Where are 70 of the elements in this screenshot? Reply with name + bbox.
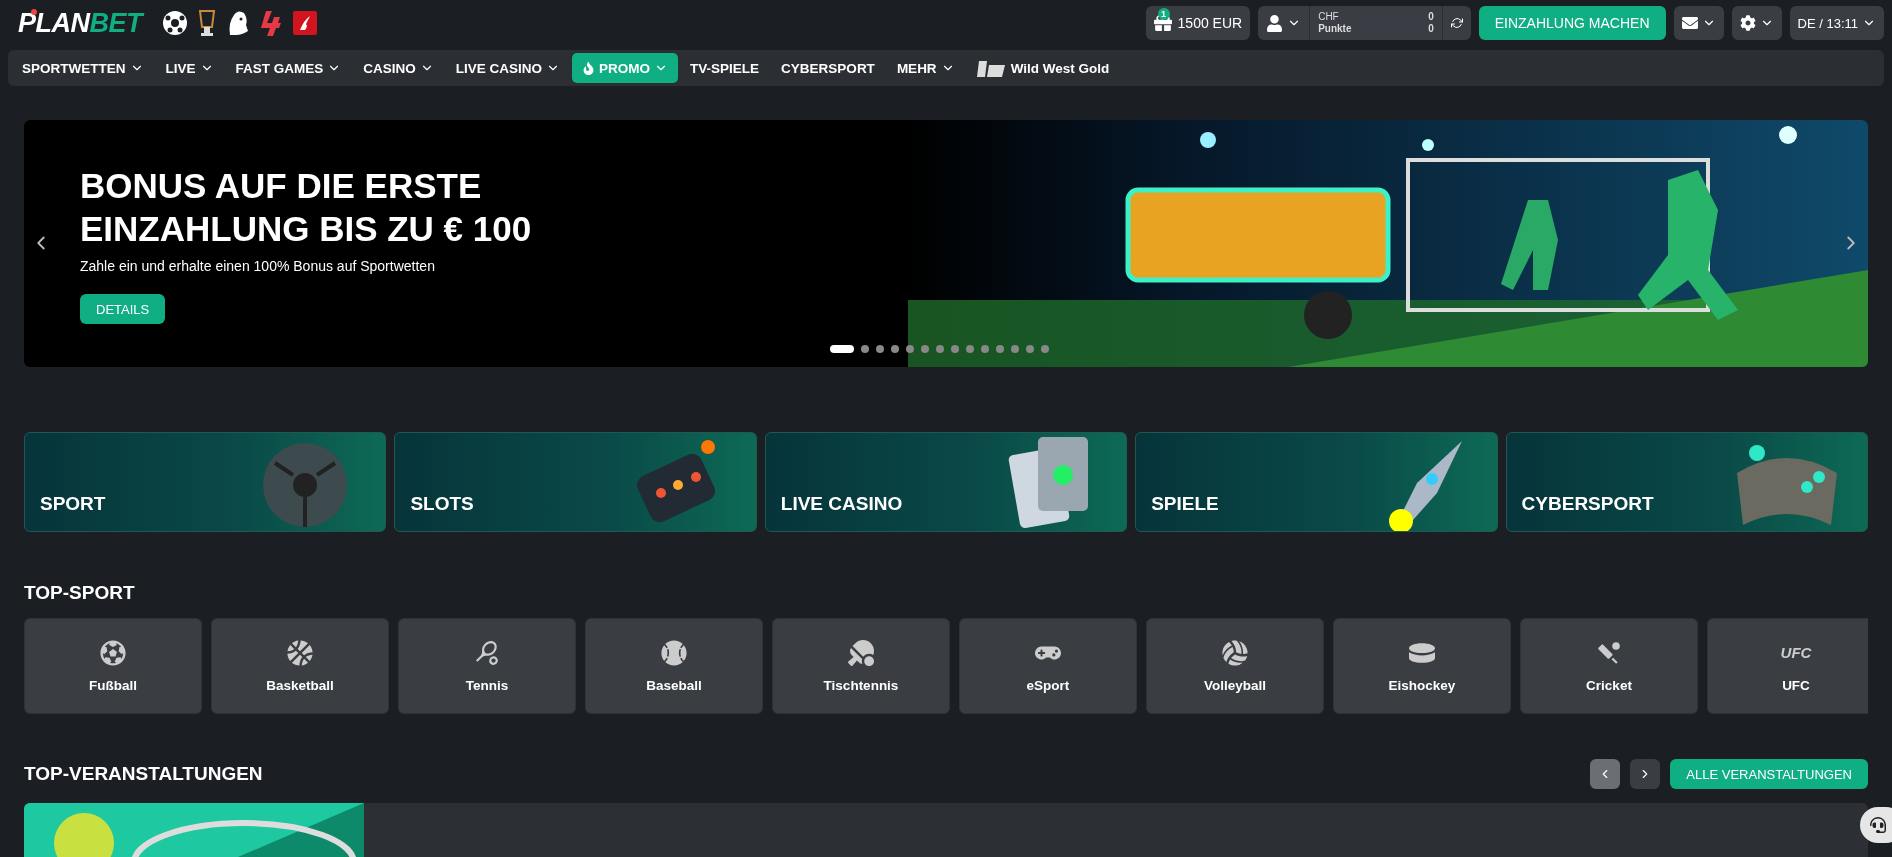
slide-dot[interactable] [951, 345, 959, 353]
table-tennis-icon [848, 639, 874, 666]
flag-icon [292, 10, 318, 36]
baseball-icon [661, 639, 687, 666]
sport-tile[interactable]: Basketball [211, 618, 389, 714]
slide-dot[interactable] [861, 345, 869, 353]
sport-tile[interactable]: Tennis [398, 618, 576, 714]
event-card[interactable] [24, 803, 1868, 857]
sport-tile[interactable]: Eishockey [1333, 618, 1511, 714]
sport-tile[interactable]: Baseball [585, 618, 763, 714]
category-card[interactable]: LIVE CASINO [764, 432, 1128, 532]
currency-label: CHF [1318, 11, 1340, 23]
slide-dot[interactable] [1011, 345, 1019, 353]
slide-dot[interactable] [966, 345, 974, 353]
sport-tile[interactable]: eSport [959, 618, 1137, 714]
sport-tile[interactable]: Cricket [1520, 618, 1698, 714]
banner-subtitle: Zahle ein und erhalte einen 100% Bonus auf Sportwetten [80, 258, 436, 274]
sport-tile[interactable]: Fußball [24, 618, 202, 714]
slide-dot[interactable] [981, 345, 989, 353]
slide-dot[interactable] [921, 345, 929, 353]
category-card[interactable]: SPORT [24, 432, 387, 532]
language-time-button[interactable]: DE / 13:11 [1789, 6, 1884, 40]
nav-item[interactable]: FAST GAMES [225, 53, 352, 83]
logo-text: UFC [1780, 642, 1812, 663]
sport-tile[interactable]: Tischtennis [772, 618, 950, 714]
user-icon [1266, 14, 1284, 32]
four-shape-icon [258, 9, 284, 37]
slide-dot[interactable] [906, 345, 914, 353]
star-ball-icon [162, 10, 188, 36]
category-card[interactable]: SLOTS [394, 432, 757, 532]
support-button[interactable] [1860, 807, 1892, 843]
settings-button[interactable] [1731, 6, 1782, 40]
category-card[interactable]: SPIELE [1135, 432, 1498, 532]
slide-dot[interactable] [891, 345, 899, 353]
cricket-bat-icon [1596, 639, 1622, 666]
slide-dot[interactable] [996, 345, 1004, 353]
slide-dot[interactable] [1026, 345, 1034, 353]
banner-title: BONUS AUF DIE ERSTE EINZAHLUNG BIS ZU € 100 [80, 165, 533, 250]
slide-dot[interactable] [1041, 345, 1049, 353]
bonus-button[interactable]: 1 1500 EUR [1145, 6, 1251, 40]
trophy-icon [196, 9, 218, 37]
category-card[interactable]: CYBERSPORT [1505, 432, 1868, 532]
football-icon [100, 639, 126, 666]
nav-item[interactable]: CYBERSPORT [771, 53, 885, 83]
nav-item[interactable]: TV-SPIELE [680, 53, 770, 83]
slide-dot[interactable] [876, 345, 884, 353]
next-button[interactable] [1630, 759, 1661, 789]
slide-dot[interactable] [936, 345, 944, 353]
messages-button[interactable] [1673, 6, 1724, 40]
section-title: TOP-SPORT [24, 582, 136, 604]
nav-item[interactable]: LIVE CASINO [445, 53, 571, 83]
flame-icon [582, 61, 596, 75]
count-badge: 1 [1157, 8, 1170, 20]
volleyball-icon [1222, 639, 1248, 666]
nav-item[interactable]: SPORTWETTEN [12, 53, 154, 83]
nav-item[interactable]: CASINO [353, 53, 444, 83]
basketball-icon [287, 639, 313, 666]
refresh-icon[interactable] [1450, 17, 1463, 29]
nav-item[interactable]: LIVE [155, 53, 224, 83]
points-value: 0 [1428, 23, 1434, 35]
settings-icon [1739, 15, 1756, 31]
sport-tile[interactable]: UFC UFC [1707, 618, 1868, 714]
envelope-icon [1681, 15, 1698, 31]
points-label: Punkte [1318, 23, 1353, 35]
balance-value: 0 [1428, 11, 1434, 23]
nav-item[interactable]: MEHR [886, 53, 965, 83]
headset-icon [1870, 817, 1886, 833]
nav-item[interactable]: Wild West Gold [966, 53, 1120, 83]
sport-tile[interactable]: Volleyball [1146, 618, 1324, 714]
section-title: TOP-VERANSTALTUNGEN [24, 763, 263, 785]
